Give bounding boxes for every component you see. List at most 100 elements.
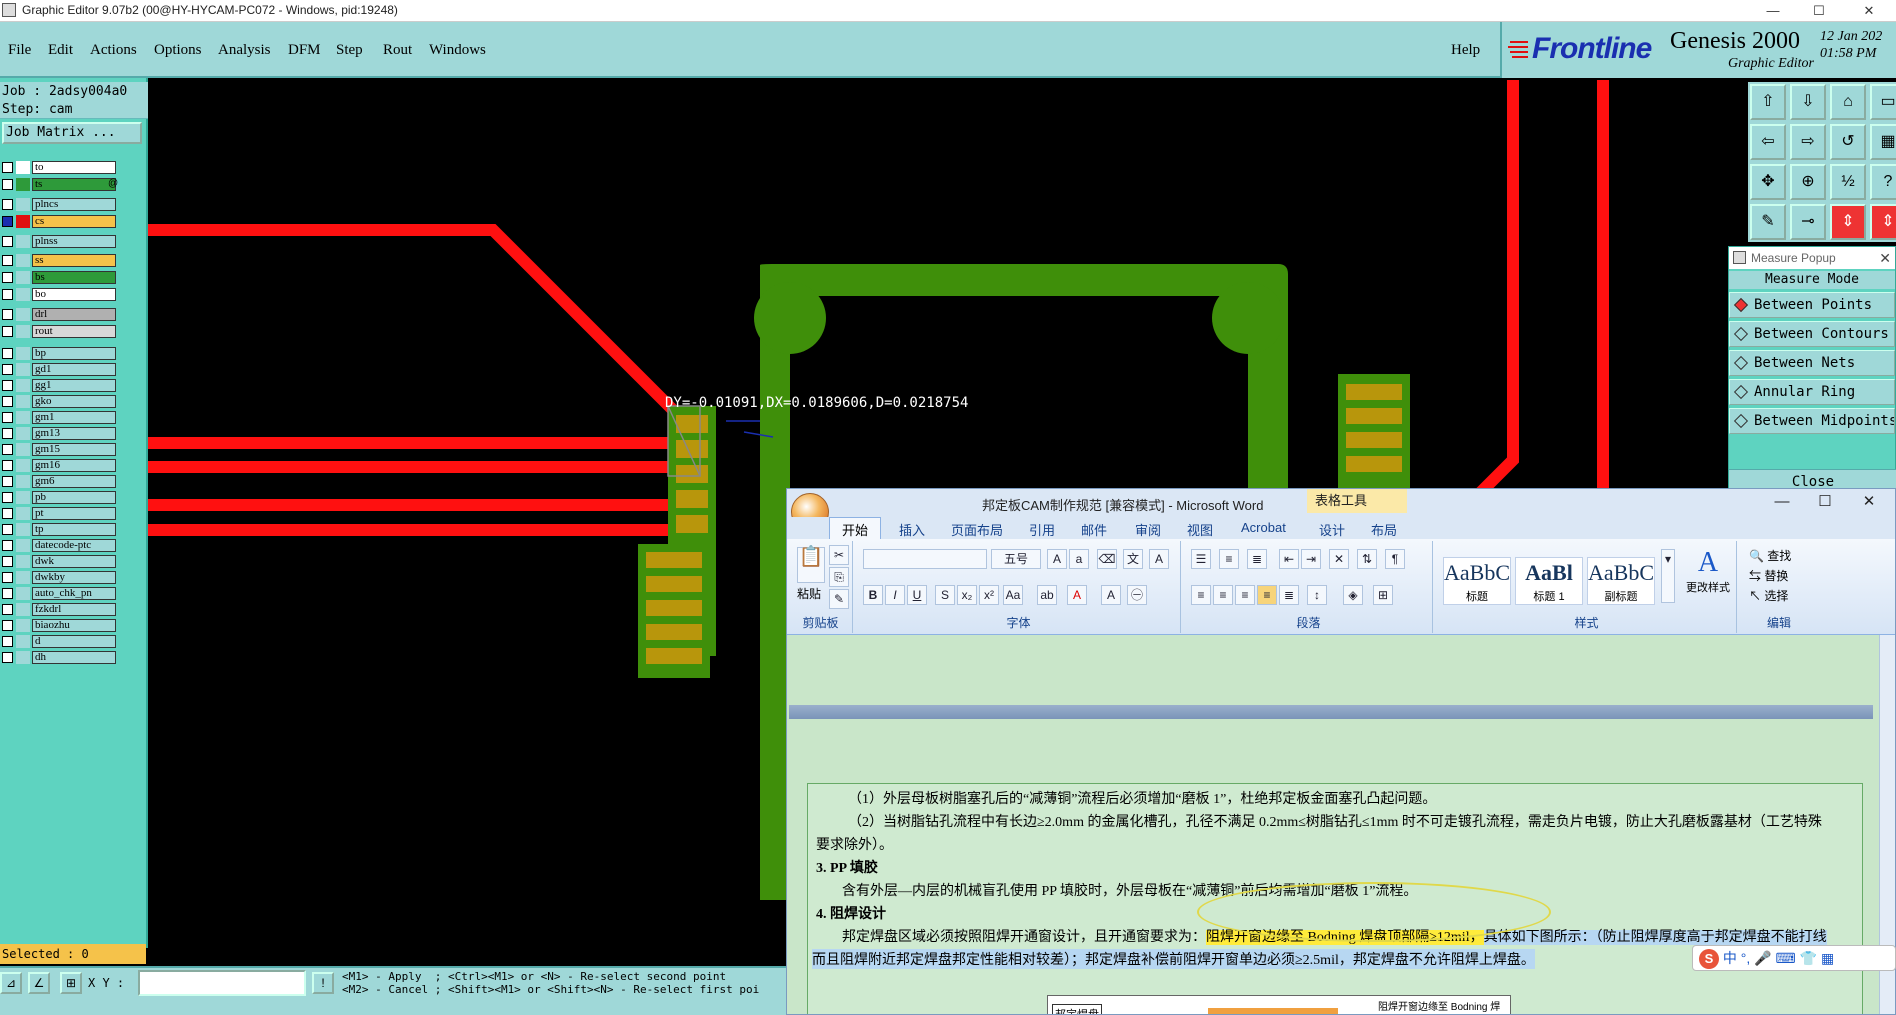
layer-checkbox[interactable] <box>2 326 13 337</box>
ime-toolbar[interactable]: S 中 °, 🎤 ⌨ 👕 ▦ <box>1692 945 1896 971</box>
layer-color-swatch[interactable] <box>16 325 30 338</box>
word-close-button[interactable]: ✕ <box>1849 491 1889 515</box>
layer-name[interactable]: gm13 <box>32 427 116 440</box>
tool-right-icon[interactable]: ⇨ <box>1790 124 1826 160</box>
layer-color-swatch[interactable] <box>16 523 30 536</box>
layer-name[interactable]: bo <box>32 288 116 301</box>
font-name-select[interactable] <box>863 549 987 569</box>
layer-name[interactable]: cs <box>32 215 116 228</box>
menu-options[interactable]: Options <box>154 42 202 59</box>
menu-edit[interactable]: Edit <box>48 42 73 59</box>
measure-option[interactable]: Between Points <box>1729 292 1895 318</box>
layer-color-swatch[interactable] <box>16 571 30 584</box>
minimize-button[interactable]: — <box>1750 0 1796 22</box>
char-shading-icon[interactable]: A <box>1101 585 1121 605</box>
sort-icon[interactable]: ⇅ <box>1357 549 1377 569</box>
layer-checkbox[interactable] <box>2 255 13 266</box>
layer-color-swatch[interactable] <box>16 363 30 376</box>
highlight-icon[interactable]: ab <box>1037 585 1057 605</box>
decrease-indent-icon[interactable]: ⇤ <box>1279 549 1299 569</box>
layer-row[interactable]: pb <box>0 490 118 505</box>
tool-fit-icon[interactable]: ✥ <box>1750 164 1786 200</box>
layer-name[interactable]: rout <box>32 325 116 338</box>
layer-color-swatch[interactable] <box>16 235 30 248</box>
layer-checkbox[interactable] <box>2 179 13 190</box>
layer-name[interactable]: auto_chk_pn <box>32 587 116 600</box>
layer-row[interactable]: ts @ <box>0 177 118 192</box>
layer-color-swatch[interactable] <box>16 347 30 360</box>
layer-checkbox[interactable] <box>2 492 13 503</box>
layer-row[interactable]: drl <box>0 307 118 322</box>
layer-color-swatch[interactable] <box>16 379 30 392</box>
layer-row[interactable]: gd1 <box>0 362 118 377</box>
popup-close-icon[interactable]: ✕ <box>1879 247 1891 269</box>
layer-row[interactable]: to <box>0 160 118 175</box>
layer-checkbox[interactable] <box>2 364 13 375</box>
snap-icon[interactable]: ⊿ <box>0 972 22 994</box>
layer-checkbox[interactable] <box>2 309 13 320</box>
layer-checkbox[interactable] <box>2 348 13 359</box>
layer-row[interactable]: gm6 <box>0 474 118 489</box>
layer-color-swatch[interactable] <box>16 539 30 552</box>
numbering-icon[interactable]: ≡ <box>1219 549 1239 569</box>
format-painter-icon[interactable]: ✎ <box>829 589 849 609</box>
layer-color-swatch[interactable] <box>16 215 30 228</box>
align-center-icon[interactable]: ≡ <box>1213 585 1233 605</box>
char-border-icon[interactable]: A <box>1149 549 1169 569</box>
layer-color-swatch[interactable] <box>16 288 30 301</box>
menu-analysis[interactable]: Analysis <box>218 42 271 59</box>
font-size-select[interactable]: 五号 <box>991 549 1041 569</box>
layer-color-swatch[interactable] <box>16 619 30 632</box>
strikethrough-icon[interactable]: S <box>935 585 955 605</box>
tab-references[interactable]: 引用 <box>1029 520 1055 539</box>
maximize-button[interactable]: ☐ <box>1796 0 1842 22</box>
layer-checkbox[interactable] <box>2 524 13 535</box>
menu-step[interactable]: Step <box>336 42 363 59</box>
layer-checkbox[interactable] <box>2 556 13 567</box>
enclose-char-icon[interactable]: ㊀ <box>1127 585 1147 605</box>
job-matrix-button[interactable]: Job Matrix ... <box>2 122 142 144</box>
superscript-icon[interactable]: x² <box>979 585 999 605</box>
align-right-icon[interactable]: ≡ <box>1235 585 1255 605</box>
tool-panel-icon[interactable]: ▭ <box>1870 84 1896 120</box>
layer-row[interactable]: cs <box>0 214 118 229</box>
close-window-button[interactable]: ✕ <box>1846 0 1892 22</box>
layer-checkbox[interactable] <box>2 460 13 471</box>
layer-name[interactable]: fzkdrl <box>32 603 116 616</box>
layer-name[interactable]: datecode-ptc <box>32 539 116 552</box>
layer-color-swatch[interactable] <box>16 507 30 520</box>
layer-row[interactable]: tp <box>0 522 118 537</box>
tool-measure-icon[interactable]: ⇕ <box>1830 204 1866 240</box>
tab-layout[interactable]: 布局 <box>1371 520 1397 539</box>
layer-name[interactable]: gm16 <box>32 459 116 472</box>
layer-color-swatch[interactable] <box>16 161 30 174</box>
layer-row[interactable]: auto_chk_pn <box>0 586 118 601</box>
layer-checkbox[interactable] <box>2 652 13 663</box>
layer-checkbox[interactable] <box>2 199 13 210</box>
layer-name[interactable]: tp <box>32 523 116 536</box>
tool-question-icon[interactable]: ? <box>1870 164 1896 200</box>
layer-checkbox[interactable] <box>2 588 13 599</box>
cut-icon[interactable]: ✂ <box>829 545 849 565</box>
tool-down-icon[interactable]: ⇩ <box>1790 84 1826 120</box>
layer-checkbox[interactable] <box>2 289 13 300</box>
change-case-icon[interactable]: Aa <box>1003 585 1023 605</box>
measure-option[interactable]: Between Contours <box>1729 321 1895 347</box>
layer-color-swatch[interactable] <box>16 491 30 504</box>
layer-row[interactable]: pt <box>0 506 118 521</box>
layer-name[interactable]: gg1 <box>32 379 116 392</box>
word-maximize-button[interactable]: ☐ <box>1805 491 1845 515</box>
layer-row[interactable]: gm13 <box>0 426 118 441</box>
grow-font-icon[interactable]: A <box>1047 549 1067 569</box>
layer-checkbox[interactable] <box>2 572 13 583</box>
layer-checkbox[interactable] <box>2 396 13 407</box>
menu-rout[interactable]: Rout <box>383 42 412 59</box>
grid-icon[interactable]: ⊞ <box>60 972 82 994</box>
layer-name[interactable]: pb <box>32 491 116 504</box>
layer-name[interactable]: gd1 <box>32 363 116 376</box>
justify-icon[interactable]: ≡ <box>1257 585 1277 605</box>
info-icon[interactable]: ! <box>312 972 334 994</box>
find-button[interactable]: 🔍 查找 <box>1749 547 1791 564</box>
layer-name[interactable]: pt <box>32 507 116 520</box>
layer-checkbox[interactable] <box>2 604 13 615</box>
